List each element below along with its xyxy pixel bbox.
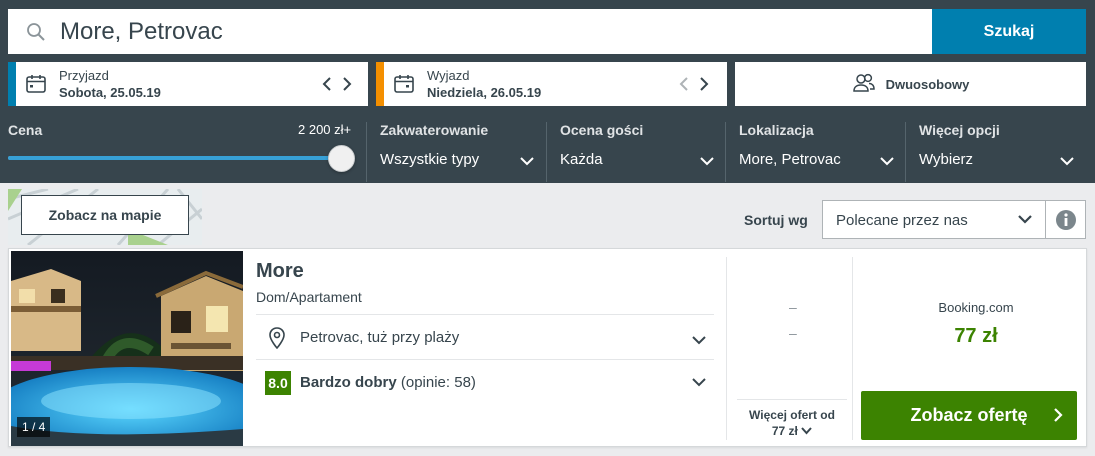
calendar-icon [25, 73, 47, 100]
chevron-down-icon [1018, 215, 1032, 224]
view-on-map-button[interactable]: Zobacz na mapie [21, 195, 189, 235]
sort-label: Sortuj wg [744, 212, 808, 228]
more-offers-link[interactable]: Więcej ofert od 77 zł [737, 407, 847, 439]
checkin-label: Przyjazd [59, 68, 109, 83]
search-button[interactable]: Szukaj [932, 9, 1086, 54]
alt-offer-placeholder: – [789, 325, 797, 341]
checkin-date: Sobota, 25.05.19 [59, 85, 161, 100]
search-input[interactable] [60, 15, 920, 49]
chevron-down-icon [700, 153, 714, 171]
divider [737, 399, 847, 400]
photo-counter: 1 / 4 [17, 417, 51, 437]
search-box [8, 9, 932, 54]
more-offers-text: Więcej ofert od [749, 408, 835, 422]
chevron-down-icon [880, 153, 894, 171]
chevron-right-icon [1054, 408, 1063, 422]
hotel-photo[interactable]: 1 / 4 [11, 251, 243, 446]
view-offer-button[interactable]: Zobacz ofertę [861, 391, 1077, 440]
checkout-next-icon[interactable] [697, 74, 711, 94]
location-filter-title: Lokalizacja [739, 122, 814, 138]
best-deal-site: Booking.com [938, 300, 1014, 315]
checkin-prev-icon[interactable] [320, 74, 334, 94]
column-divider [726, 257, 727, 440]
more-options-filter-title: Więcej opcji [919, 122, 1000, 138]
accommodation-filter[interactable]: Zakwaterowanie Wszystkie typy [380, 122, 535, 182]
checkout-accent [376, 62, 384, 106]
filter-divider [366, 122, 367, 182]
more-offers-price: 77 zł [771, 424, 798, 438]
accommodation-filter-value: Wszystkie typy [380, 151, 480, 168]
accommodation-filter-title: Zakwaterowanie [380, 122, 489, 138]
price-filter-title: Cena [8, 122, 43, 138]
checkout-label: Wyjazd [427, 68, 470, 83]
rating-text: Bardzo dobry (opinie: 58) [300, 374, 476, 391]
rating-score-badge: 8.0 [265, 371, 291, 395]
info-icon [1055, 209, 1076, 230]
filter-divider [546, 122, 547, 182]
hotel-type: Dom/Apartament [256, 289, 362, 305]
price-slider-track[interactable] [8, 156, 341, 160]
chevron-down-icon [520, 153, 534, 171]
guest-rating-filter[interactable]: Ocena gości Każda [560, 122, 715, 182]
sort-info-button[interactable] [1046, 200, 1086, 239]
more-offers-price-line: 77 zł [737, 423, 847, 439]
checkin-next-icon[interactable] [340, 74, 354, 94]
chevron-down-icon [1060, 153, 1074, 171]
rating-row[interactable]: 8.0 Bardzo dobry (opinie: 58) [256, 359, 714, 404]
guests-icon [852, 73, 876, 96]
filter-divider [725, 122, 726, 182]
price-filter: Cena 2 200 zł+ [8, 122, 353, 140]
view-offer-label: Zobacz ofertę [910, 405, 1028, 425]
alt-offer-placeholder: – [789, 299, 797, 315]
location-text: Petrovac, tuż przy plaży [300, 329, 460, 346]
location-filter-value: More, Petrovac [739, 151, 841, 168]
sort-select-value: Polecane przez nas [836, 212, 968, 229]
search-header: Szukaj Przyjazd Sobota, 25.05.19 Wyjazd … [0, 0, 1095, 183]
room-type-label: Dwuosobowy [885, 76, 970, 92]
more-options-filter[interactable]: Więcej opcji Wybierz [919, 122, 1074, 182]
checkin-accent [8, 62, 16, 106]
checkin-field[interactable]: Przyjazd Sobota, 25.05.19 [8, 62, 368, 106]
checkout-prev-icon[interactable] [677, 74, 691, 94]
chevron-down-icon [692, 332, 706, 350]
guest-rating-filter-value: Każda [560, 151, 603, 168]
sort-select[interactable]: Polecane przez nas [822, 200, 1046, 239]
more-options-filter-value: Wybierz [919, 151, 974, 168]
price-slider-fill [8, 156, 341, 160]
chevron-down-icon [801, 427, 812, 435]
rating-count: (opinie: 58) [400, 374, 476, 391]
price-filter-value: 2 200 zł+ [298, 122, 352, 137]
checkout-date: Niedziela, 26.05.19 [427, 85, 542, 100]
search-icon [26, 22, 46, 47]
calendar-icon [393, 73, 415, 100]
location-row[interactable]: Petrovac, tuż przy plaży [256, 314, 714, 359]
chevron-down-icon [692, 374, 706, 392]
hotel-name[interactable]: More [256, 260, 304, 283]
checkout-field[interactable]: Wyjazd Niedziela, 26.05.19 [376, 62, 727, 106]
filter-divider [905, 122, 906, 182]
price-slider-handle[interactable] [328, 145, 355, 172]
location-filter[interactable]: Lokalizacja More, Petrovac [739, 122, 894, 182]
best-deal-price[interactable]: 77 zł [863, 325, 1089, 348]
location-pin-icon [269, 327, 285, 354]
room-type-selector[interactable]: Dwuosobowy [735, 62, 1086, 106]
column-divider [852, 257, 853, 440]
guest-rating-filter-title: Ocena gości [560, 122, 644, 138]
rating-label: Bardzo dobry [300, 374, 397, 391]
